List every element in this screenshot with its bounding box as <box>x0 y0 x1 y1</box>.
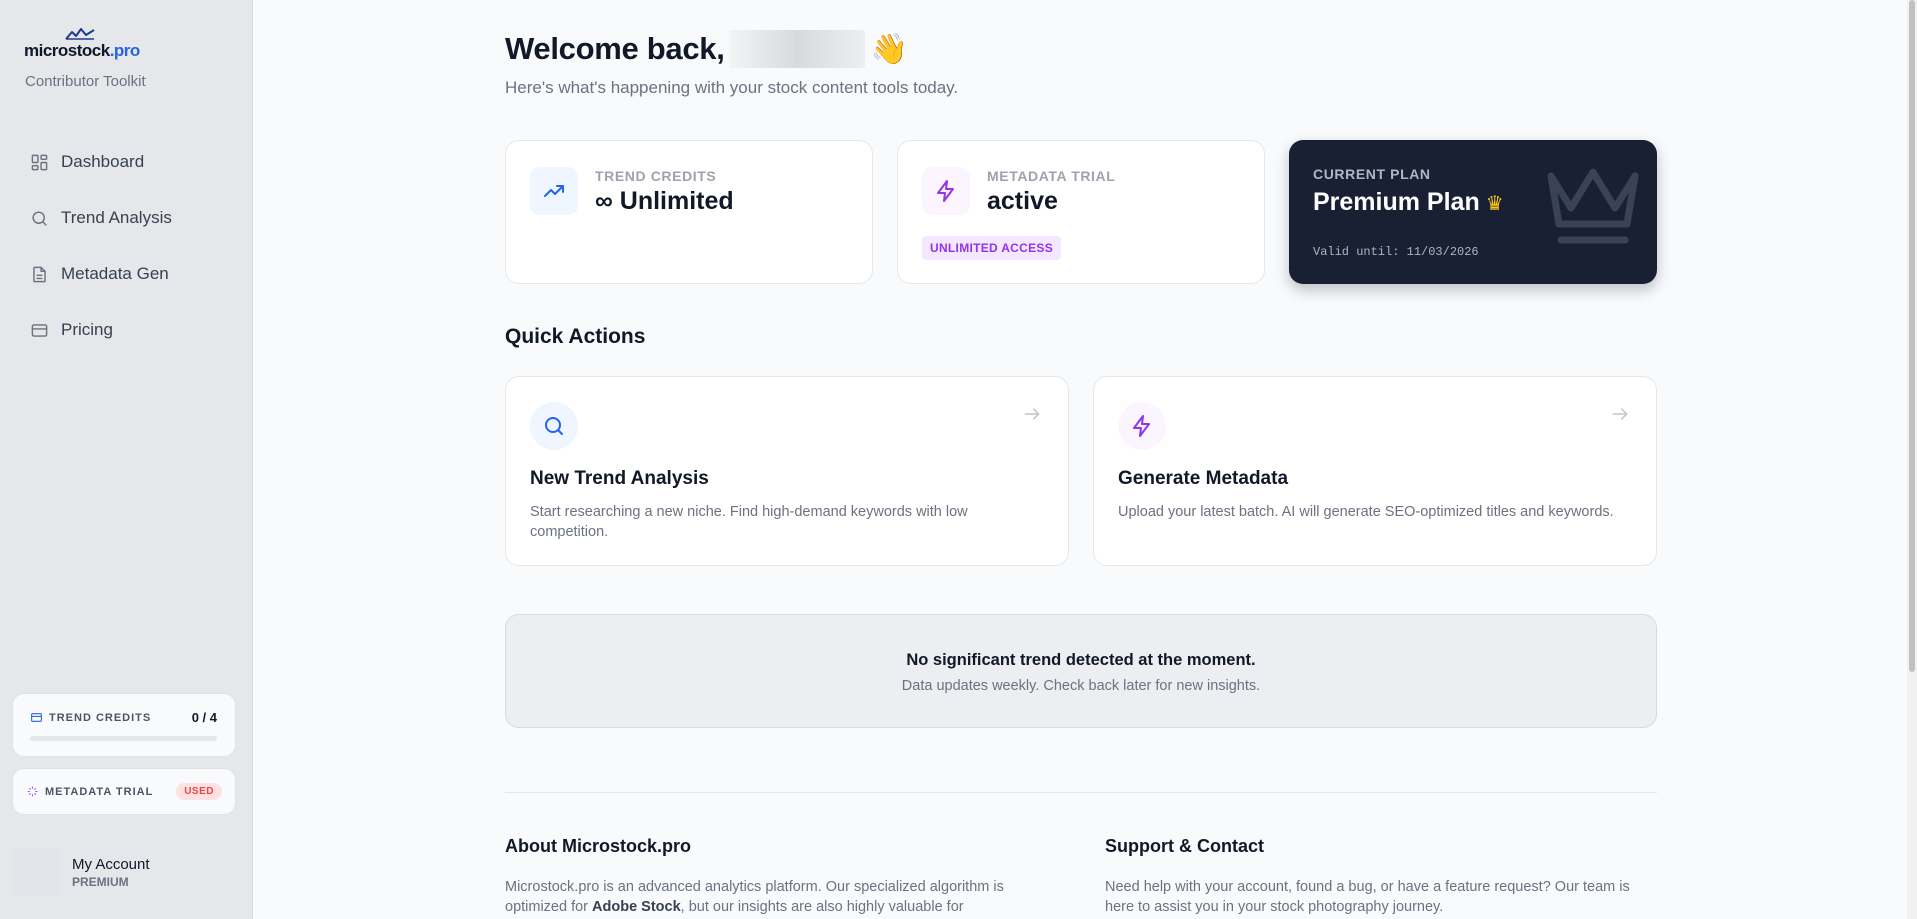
page-subtitle: Here's what's happening with your stock … <box>505 78 959 97</box>
page-scrollbar[interactable] <box>1907 0 1917 919</box>
sidebar-credits-label: TREND CREDITS <box>49 711 152 724</box>
quick-actions-title: Quick Actions <box>505 325 646 348</box>
credits-progress-bar <box>30 736 217 741</box>
action-desc: Upload your latest batch. AI will genera… <box>1118 504 1614 520</box>
trend-notice: No significant trend detected at the mom… <box>505 614 1657 728</box>
action-title: New Trend Analysis <box>530 468 709 489</box>
sidebar-credits-count: 0 / 4 <box>191 710 217 725</box>
metadata-trial-value: active <box>987 187 1058 215</box>
account-menu[interactable]: My Account PREMIUM <box>12 848 150 896</box>
credit-card-icon <box>31 323 48 337</box>
support-title: Support & Contact <box>1105 836 1264 856</box>
chart-logo-icon <box>65 28 95 40</box>
sidebar-item-trend-analysis[interactable]: Trend Analysis <box>18 194 236 242</box>
sparkle-icon <box>27 786 38 797</box>
tagline: Contributor Toolkit <box>25 73 146 90</box>
current-plan-label: CURRENT PLAN <box>1313 166 1431 182</box>
action-title: Generate Metadata <box>1118 468 1289 489</box>
lightning-icon-wrap <box>922 167 970 215</box>
search-icon <box>32 210 47 226</box>
avatar <box>12 848 60 896</box>
plan-name: Premium Plan <box>1313 188 1480 216</box>
account-name: My Account <box>72 855 150 873</box>
page-title: Welcome back, <box>505 31 725 66</box>
trend-notice-subtitle: Data updates weekly. Check back later fo… <box>901 678 1261 694</box>
scrollbar-thumb[interactable] <box>1909 0 1915 672</box>
crown-small-icon: ♛ <box>1485 193 1504 215</box>
arrow-right-icon <box>1024 408 1040 420</box>
sidebar-credits-card: TREND CREDITS 0 / 4 <box>12 693 236 757</box>
sidebar-item-metadata-gen[interactable]: Metadata Gen <box>18 250 236 298</box>
trend-credits-card: TREND CREDITS ∞ Unlimited <box>505 140 873 284</box>
search-icon-wrap <box>530 402 578 450</box>
plan-name-row: Premium Plan ♛ <box>1313 188 1504 217</box>
trending-up-icon-wrap <box>530 167 578 215</box>
logo[interactable]: microstock.pro <box>24 26 140 60</box>
support-section: Support & Contact Need help with your ac… <box>1105 836 1645 917</box>
lightning-icon <box>1133 415 1150 437</box>
sidebar-credits-label-wrap: TREND CREDITS <box>30 711 151 724</box>
trend-credits-value: ∞ Unlimited <box>595 187 734 215</box>
generate-metadata-card[interactable]: Generate Metadata Upload your latest bat… <box>1093 376 1657 566</box>
logo-text: microstock.pro <box>24 41 140 60</box>
crown-icon <box>1547 168 1639 244</box>
plan-valid-until: Valid until: 11/03/2026 <box>1313 245 1479 259</box>
new-trend-analysis-card[interactable]: New Trend Analysis Start researching a n… <box>505 376 1069 566</box>
document-icon <box>33 266 46 282</box>
sidebar: microstock.pro Contributor Toolkit Dashb… <box>0 0 253 919</box>
dashboard-icon <box>31 154 48 170</box>
about-title: About Microstock.pro <box>505 836 692 856</box>
about-section: About Microstock.pro Microstock.pro is a… <box>505 836 1045 917</box>
waving-hand-icon: 👋 <box>870 32 908 66</box>
sidebar-item-label: Pricing <box>61 320 113 339</box>
account-plan: PREMIUM <box>72 874 129 889</box>
sidebar-item-label: Metadata Gen <box>61 264 169 283</box>
sidebar-trial-label-wrap: METADATA TRIAL <box>26 785 153 798</box>
trend-notice-title: No significant trend detected at the mom… <box>906 651 1256 669</box>
sidebar-nav: Dashboard Trend Analysis Metadata Gen Pr… <box>18 138 236 362</box>
current-plan-card: CURRENT PLAN Premium Plan ♛ Valid until: … <box>1289 140 1657 284</box>
about-text: Microstock.pro is an advanced analytics … <box>505 879 1004 915</box>
sidebar-item-label: Trend Analysis <box>61 208 172 227</box>
sidebar-trial-card: METADATA TRIAL USED <box>12 768 236 815</box>
trend-credits-label: TREND CREDITS <box>595 168 717 184</box>
metadata-trial-label: METADATA TRIAL <box>987 168 1116 184</box>
metadata-trial-card: METADATA TRIAL active UNLIMITED ACCESS <box>897 140 1265 284</box>
redacted-username <box>728 30 865 68</box>
trending-up-icon <box>544 185 564 197</box>
sidebar-trial-label: METADATA TRIAL <box>45 785 154 798</box>
search-icon <box>545 417 563 435</box>
lightning-icon-wrap <box>1118 402 1166 450</box>
welcome-heading: Welcome back, 👋 <box>505 30 908 68</box>
unlimited-access-badge: UNLIMITED ACCESS <box>922 236 1062 260</box>
arrow-right-icon <box>1612 408 1628 420</box>
support-text: Need help with your account, found a bug… <box>1105 879 1630 915</box>
sidebar-item-dashboard[interactable]: Dashboard <box>18 138 236 186</box>
footer-divider <box>505 792 1657 793</box>
action-desc: Start researching a new niche. Find high… <box>530 504 968 540</box>
used-badge: USED <box>176 783 222 800</box>
lightning-icon <box>937 180 954 202</box>
sidebar-item-label: Dashboard <box>61 152 145 171</box>
sidebar-item-pricing[interactable]: Pricing <box>18 306 236 354</box>
credit-card-icon <box>31 713 42 722</box>
